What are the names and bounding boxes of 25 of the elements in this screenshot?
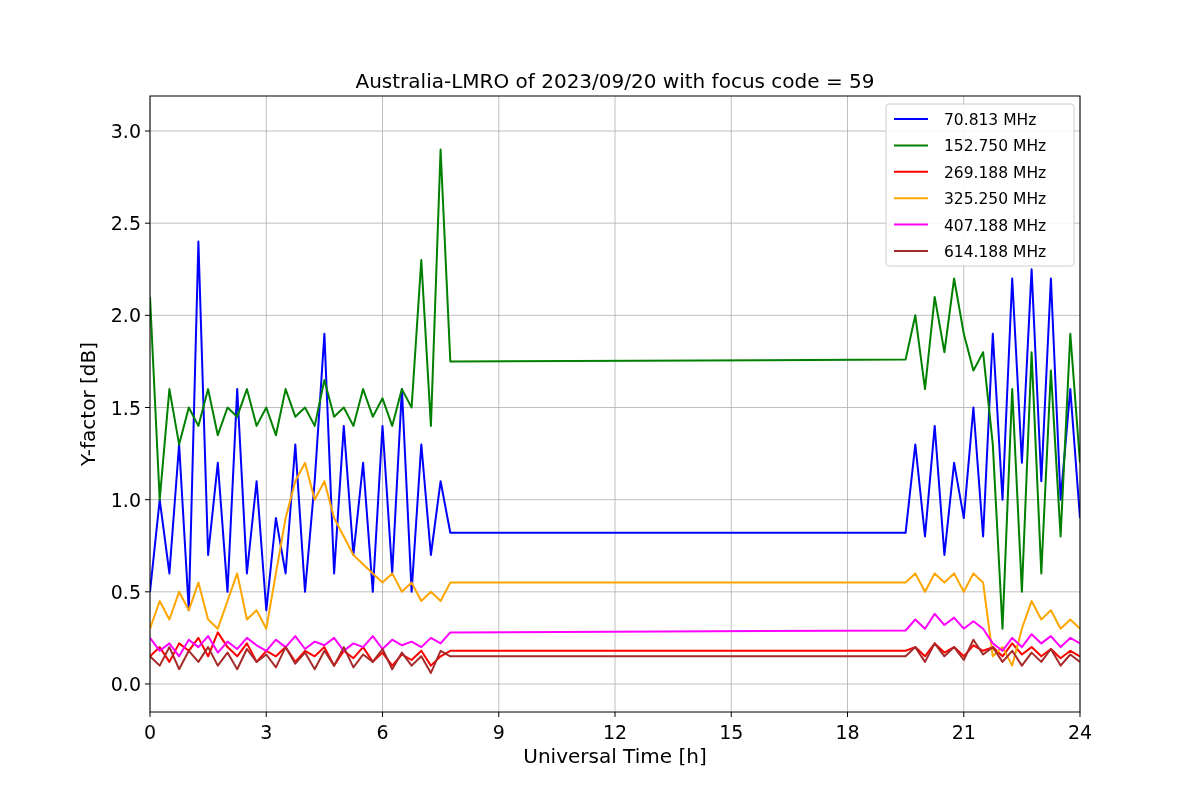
y-tick-label: 2.0 bbox=[110, 304, 141, 327]
x-tick-label: 24 bbox=[1067, 721, 1093, 743]
x-tick-label: 12 bbox=[602, 721, 628, 743]
x-tick-label: 21 bbox=[951, 721, 976, 743]
y-tick-label: 3.0 bbox=[110, 120, 141, 142]
legend-label: 152.750 MHz bbox=[944, 137, 1047, 156]
legend-label: 269.188 MHz bbox=[944, 163, 1047, 182]
x-tick-label: 9 bbox=[492, 721, 505, 743]
y-tick-label: 0.0 bbox=[110, 673, 141, 695]
y-tick-label: 2.5 bbox=[110, 212, 141, 235]
x-tick-label: 3 bbox=[260, 721, 273, 743]
x-axis-label: Universal Time [h] bbox=[523, 744, 707, 768]
legend-label: 407.188 MHz bbox=[944, 216, 1047, 235]
y-tick-label: 1.5 bbox=[110, 396, 141, 419]
chart-title: Australia-LMRO of 2023/09/20 with focus code = 59 bbox=[355, 69, 875, 93]
x-tick-label: 15 bbox=[719, 721, 744, 743]
legend-label: 325.250 MHz bbox=[944, 190, 1047, 209]
legend-label: 614.188 MHz bbox=[944, 243, 1047, 261]
y-tick-label: 1.0 bbox=[110, 488, 141, 511]
x-tick-label: 0 bbox=[143, 721, 157, 743]
y-axis-label: Y-factor [dB] bbox=[76, 342, 100, 466]
x-tick-label: 18 bbox=[835, 721, 860, 743]
y-tick-label: 0.5 bbox=[110, 580, 141, 603]
x-tick-label: 6 bbox=[376, 721, 389, 743]
legend-label: 70.813 MHz bbox=[944, 111, 1037, 129]
